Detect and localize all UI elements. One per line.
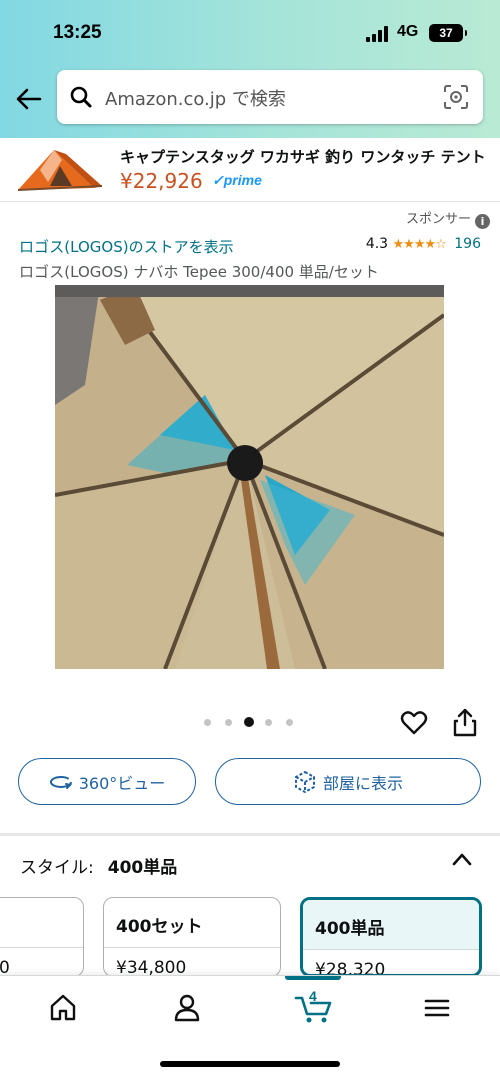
style-option-price: ¥34,800 xyxy=(116,958,187,977)
review-count[interactable]: 196 xyxy=(454,236,481,252)
cube-ar-icon xyxy=(294,770,315,793)
rating-summary[interactable]: 4.3 ★★★★☆ 196 xyxy=(366,236,481,252)
menu-icon[interactable] xyxy=(422,992,452,1024)
status-time: 13:25 xyxy=(53,22,102,43)
search-icon xyxy=(70,86,92,108)
style-option-2[interactable]: 400単品 ¥28,320 xyxy=(300,897,482,977)
style-option-price: ¥28,320 xyxy=(315,960,386,977)
style-option-price: 0 xyxy=(0,958,10,977)
search-bar[interactable]: Amazon.co.jp で検索 xyxy=(57,70,483,124)
style-option-1[interactable]: 400セット ¥34,800 xyxy=(103,897,281,977)
sponsored-text: スポンサー xyxy=(405,212,471,227)
view-360-button[interactable]: 360°ビュー xyxy=(18,758,196,805)
search-input[interactable]: Amazon.co.jp で検索 xyxy=(105,85,286,111)
style-option-name xyxy=(0,898,83,948)
status-bar: 13:25 4G 37 xyxy=(0,20,500,48)
view-in-room-button[interactable]: 部屋に表示 xyxy=(215,758,481,805)
header: 13:25 4G 37 Amazon.co.jp で検索 xyxy=(0,0,500,138)
style-label: スタイル: xyxy=(20,858,94,878)
style-selector-header[interactable]: スタイル: 400単品 xyxy=(20,853,177,878)
chevron-up-icon[interactable] xyxy=(452,852,472,866)
prime-badge: ✓prime xyxy=(212,172,262,188)
banner-title[interactable]: キャプテンスタッグ ワカサギ 釣り ワンタッチ テント xyxy=(120,146,490,167)
rotate-360-icon xyxy=(49,775,72,789)
rating-value: 4.3 xyxy=(365,236,389,252)
camera-scan-icon[interactable] xyxy=(443,84,469,110)
active-tab-indicator xyxy=(285,976,341,980)
sponsored-banner[interactable]: キャプテンスタッグ ワカサギ 釣り ワンタッチ テント ¥22,926 ✓pri… xyxy=(0,138,500,202)
sponsored-label[interactable]: スポンサー i xyxy=(406,208,490,229)
store-link[interactable]: ロゴス(LOGOS)のストアを表示 xyxy=(19,236,234,257)
back-arrow-icon[interactable] xyxy=(14,84,44,114)
cart-count-badge: 4 xyxy=(309,988,317,1004)
star-rating-icon: ★★★★☆ xyxy=(392,237,447,252)
home-icon[interactable] xyxy=(48,992,78,1024)
product-title: ロゴス(LOGOS) ナバホ Tepee 300/400 単品/セット xyxy=(19,263,379,281)
style-option-0[interactable]: 0 xyxy=(0,897,84,977)
style-value: 400単品 xyxy=(107,858,178,878)
view-360-label: 360°ビュー xyxy=(78,773,166,793)
product-image[interactable] xyxy=(55,285,444,669)
style-option-name: 400単品 xyxy=(303,900,479,950)
banner-tent-image xyxy=(17,150,103,191)
style-option-name: 400セット xyxy=(104,898,280,948)
account-icon[interactable] xyxy=(172,992,202,1024)
battery-icon: 37 xyxy=(429,24,467,42)
share-icon[interactable] xyxy=(452,707,478,737)
banner-price: ¥22,926 xyxy=(120,169,203,193)
info-icon[interactable]: i xyxy=(475,214,490,229)
signal-icon xyxy=(366,26,390,42)
heart-icon[interactable] xyxy=(400,709,428,737)
section-divider xyxy=(0,833,500,836)
network-label: 4G xyxy=(397,23,419,40)
carousel-dots[interactable] xyxy=(204,717,304,727)
view-in-room-label: 部屋に表示 xyxy=(322,773,403,793)
home-indicator xyxy=(160,1061,340,1067)
